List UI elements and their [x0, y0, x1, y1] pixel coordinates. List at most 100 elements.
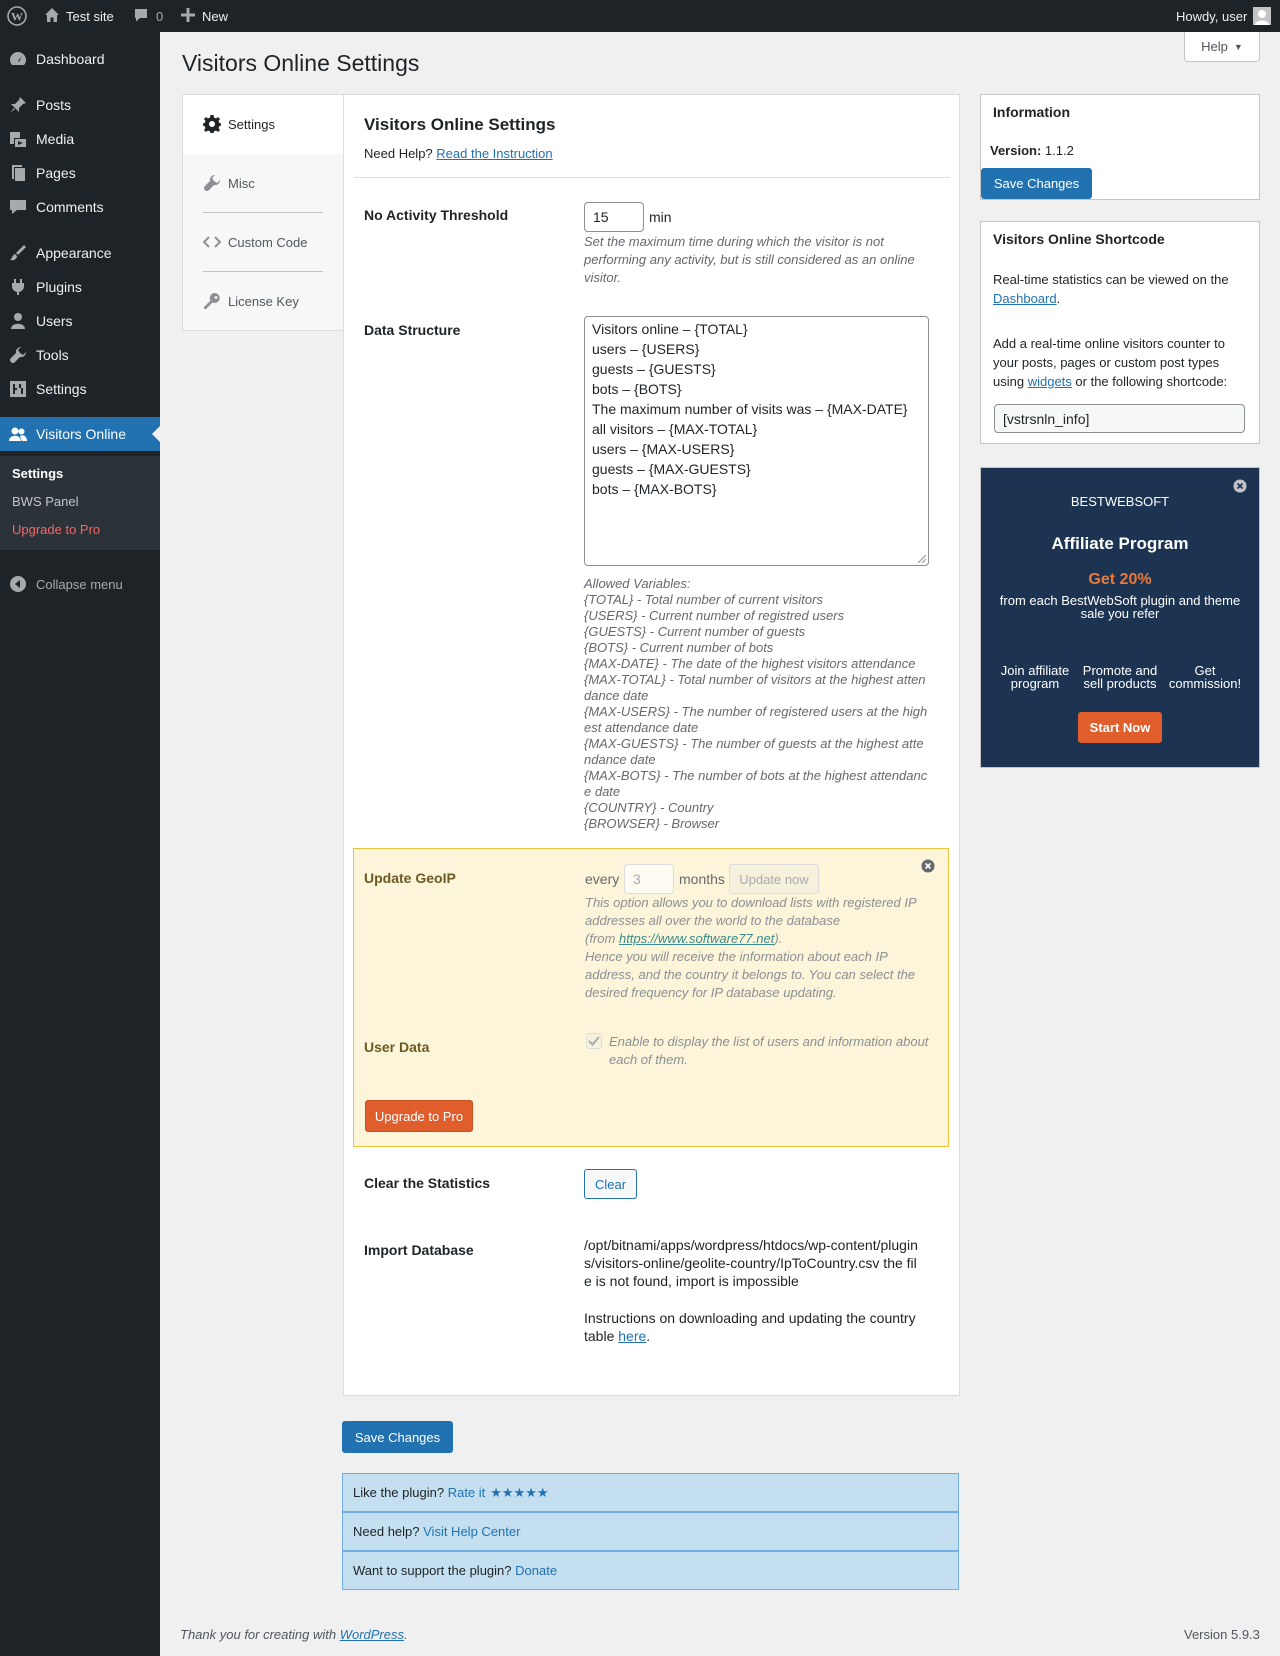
sidebar-item-users[interactable]: Users — [0, 304, 160, 338]
collapse-menu-button[interactable]: Collapse menu — [0, 567, 160, 601]
key-icon — [203, 292, 221, 310]
here-link[interactable]: here — [618, 1328, 646, 1344]
plus-icon — [181, 7, 195, 25]
sidebar-item-label: Plugins — [36, 279, 82, 295]
sidebar-item-appearance[interactable]: Appearance — [0, 236, 160, 270]
textarea-line: all visitors – {MAX-TOTAL} — [592, 421, 758, 437]
sidebar-item-tools[interactable]: Tools — [0, 338, 160, 372]
comments-link[interactable]: 0 — [133, 0, 163, 32]
read-instruction-link[interactable]: Read the Instruction — [436, 146, 552, 161]
page-title: Visitors Online Settings — [182, 50, 420, 76]
user-data-checkbox — [586, 1033, 602, 1049]
upgrade-to-pro-button[interactable]: Upgrade to Pro — [365, 1100, 473, 1132]
textarea-line: guests – {GUESTS} — [592, 361, 716, 377]
save-changes-button[interactable]: Save Changes — [342, 1421, 453, 1453]
tab-settings[interactable]: Settings — [183, 95, 344, 154]
import-period: . — [646, 1328, 651, 1344]
sidebar-item-plugins[interactable]: Plugins — [0, 270, 160, 304]
tab-custom-code[interactable]: Custom Code — [183, 213, 344, 271]
sidebar-item-posts[interactable]: Posts — [0, 88, 160, 122]
textarea-line: The maximum number of visits was – {MAX-… — [592, 401, 908, 417]
rate-it-link[interactable]: Rate it — [448, 1485, 486, 1500]
affiliate-step: Join affiliate program — [1000, 663, 1070, 691]
geoip-every: every — [585, 871, 620, 887]
wordpress-link[interactable]: WordPress — [340, 1627, 404, 1642]
allowed-var-line: {GUESTS} - Current number of guests — [584, 624, 806, 639]
allowed-var-line: ndance date — [584, 752, 656, 767]
visitors-icon — [9, 425, 27, 443]
textarea-line: users – {USERS} — [592, 341, 700, 357]
version-label: Version: — [990, 143, 1042, 158]
tab-license-key[interactable]: License Key — [183, 272, 344, 330]
sidebar-item-pages[interactable]: Pages — [0, 156, 160, 190]
site-name-link[interactable]: Test site — [44, 0, 114, 32]
need-help-text: Need Help? — [364, 146, 433, 161]
geoip-desc-2: Hence you will receive the information a… — [585, 949, 916, 1000]
clear-statistics-label: Clear the Statistics — [364, 1175, 491, 1191]
heading-divider — [354, 177, 950, 178]
import-instructions: Instructions on downloading and updating… — [584, 1309, 924, 1345]
help-center-link[interactable]: Visit Help Center — [423, 1524, 520, 1539]
sidebar-item-label: Tools — [36, 347, 69, 363]
clear-button[interactable]: Clear — [584, 1169, 637, 1199]
sidebar-save-changes-button[interactable]: Save Changes — [981, 168, 1092, 199]
geoip-desc-close: ). — [774, 931, 783, 946]
software77-link[interactable]: https://www.software77.net — [619, 931, 774, 946]
collapse-icon — [9, 575, 27, 593]
five-stars-icon[interactable]: ★★★★★ — [490, 1485, 548, 1501]
allowed-var-line: {TOTAL} - Total number of current visito… — [584, 592, 823, 607]
affiliate-title: Affiliate Program — [1051, 534, 1189, 553]
resize-grip-icon[interactable] — [918, 555, 926, 563]
new-content-link[interactable]: New — [181, 0, 228, 32]
allowed-var-line: {COUNTRY} - Country — [584, 800, 714, 815]
textarea-line: users – {MAX-USERS} — [592, 441, 735, 457]
wrench-icon — [9, 346, 27, 364]
support-question: Want to support the plugin? — [353, 1563, 512, 1578]
start-now-button[interactable]: Start Now — [1078, 712, 1162, 743]
import-database-label: Import Database — [364, 1242, 474, 1258]
tab-label: Custom Code — [228, 234, 308, 250]
my-account-link[interactable]: Howdy, user — [1176, 0, 1272, 32]
help-question: Need help? — [353, 1524, 420, 1539]
shortcode-text3: or the following shortcode: — [1075, 374, 1228, 389]
new-label: New — [202, 8, 229, 24]
tab-label: Settings — [228, 117, 275, 132]
sidebar-item-label: Comments — [36, 199, 104, 215]
tab-misc[interactable]: Misc — [183, 154, 344, 212]
wordpress-logo-icon[interactable]: W — [7, 0, 27, 32]
sidebar-item-settings[interactable]: Settings — [0, 372, 160, 406]
geoip-months-input: 3 — [624, 864, 674, 894]
allowed-var-line: {MAX-GUESTS} - The number of guests at t… — [584, 736, 924, 751]
greeting: Howdy, user — [1176, 8, 1248, 24]
shortcode-input[interactable]: [vstrsnln_info] — [994, 404, 1245, 433]
submenu-item-bws-panel[interactable]: BWS Panel — [12, 494, 78, 509]
submenu-item-settings[interactable]: Settings — [12, 466, 63, 481]
threshold-description: Set the maximum time during which the vi… — [584, 234, 915, 285]
submenu-item-upgrade-to-pro[interactable]: Upgrade to Pro — [12, 522, 100, 537]
shortcode-title: Visitors Online Shortcode — [993, 231, 1165, 247]
close-icon[interactable] — [921, 859, 935, 876]
allowed-var-line: {MAX-DATE} - The date of the highest vis… — [584, 656, 916, 671]
threshold-input[interactable]: 15 — [584, 202, 644, 232]
help-center-box: Need help? Visit Help Center — [342, 1512, 959, 1551]
bestwebsoft-logo: BESTWEBSOFT — [1070, 494, 1170, 509]
sidebar-item-media[interactable]: Media — [0, 122, 160, 156]
sidebar-item-visitors-online[interactable]: Visitors Online — [0, 417, 160, 451]
sidebar-item-label: Users — [36, 313, 73, 329]
check-icon — [588, 1036, 600, 1046]
help-tab-button[interactable]: Help ▼ — [1184, 32, 1260, 62]
sidebar-item-label: Settings — [36, 381, 87, 397]
donate-link[interactable]: Donate — [515, 1563, 557, 1578]
dashboard-link[interactable]: Dashboard — [993, 291, 1057, 306]
pin-icon — [9, 96, 27, 114]
geoip-desc-1: This option allows you to download lists… — [585, 895, 917, 928]
affiliate-step: Get commission! — [1168, 663, 1242, 691]
shortcode-text-2: Add a real-time online visitors counter … — [993, 334, 1243, 391]
geoip-label: Update GeoIP — [364, 870, 456, 886]
affiliate-get: Get 20% — [1088, 571, 1152, 588]
shortcode-value: [vstrsnln_info] — [1003, 410, 1090, 427]
widgets-link[interactable]: widgets — [1028, 374, 1072, 389]
data-structure-textarea[interactable]: Visitors online – {TOTAL} users – {USERS… — [584, 316, 929, 566]
sidebar-item-comments[interactable]: Comments — [0, 190, 160, 224]
sidebar-item-dashboard[interactable]: Dashboard — [0, 42, 160, 76]
